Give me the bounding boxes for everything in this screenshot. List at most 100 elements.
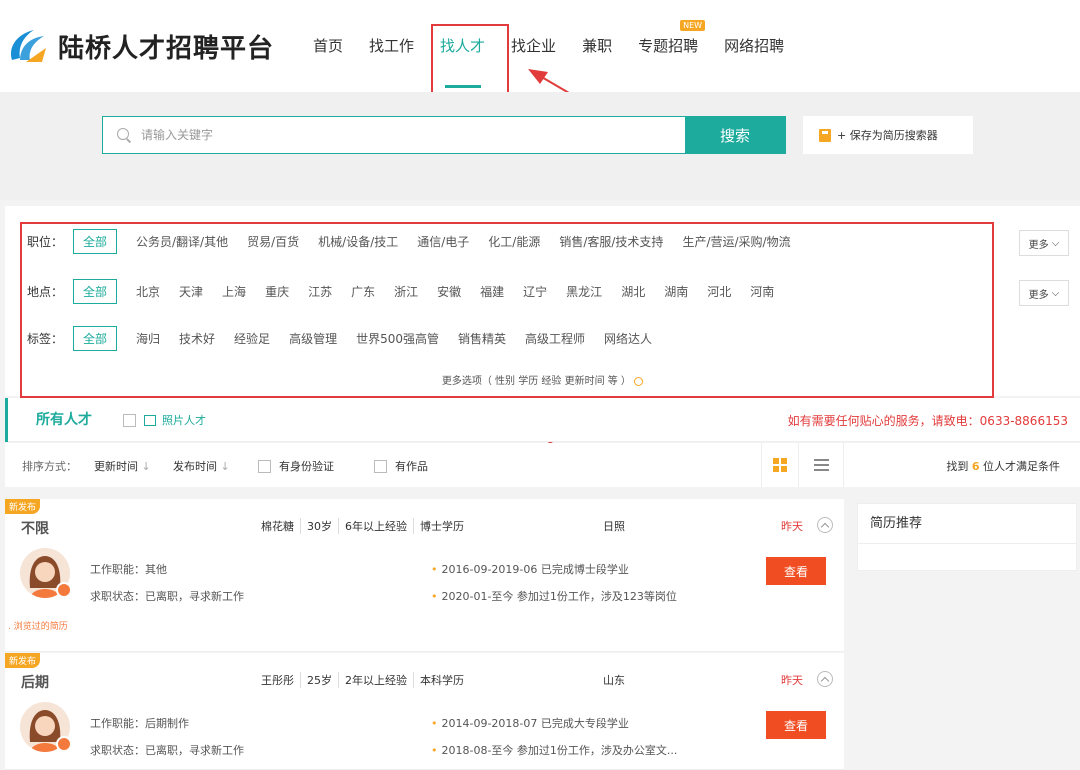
filter-option[interactable]: 湖南 xyxy=(664,283,688,300)
candidate-education: 本科学历 xyxy=(420,674,464,687)
filter-option[interactable]: 浙江 xyxy=(394,283,418,300)
view-resume-button[interactable]: 查看 xyxy=(766,557,826,585)
list-view-button[interactable] xyxy=(798,443,844,487)
filter-has-works[interactable]: 有作品 xyxy=(374,458,428,474)
photo-checkbox[interactable] xyxy=(123,413,136,427)
view-resume-button[interactable]: 查看 xyxy=(766,711,826,739)
filter-row-tags: 标签： 全部 海归 技术好 经验足 高级管理 世界500强高管 销售精英 高级工… xyxy=(5,325,671,351)
save-search-button[interactable]: + 保存为简历搜索器 xyxy=(803,116,973,154)
resume-card[interactable]: 新发布 后期 王彤彤 25岁 2年以上经验 本科学历 山东 昨天 工作职能：后期… xyxy=(5,653,844,770)
main-nav: 首页 找工作 找人才 找企业 兼职 专题招聘 NEW 网络招聘 xyxy=(300,0,797,92)
filter-option[interactable]: 世界500强高管 xyxy=(356,330,439,347)
candidate-name: 王彤彤 xyxy=(255,672,301,688)
resume-recommend-panel: 简历推荐 xyxy=(857,503,1077,571)
more-options-toggle[interactable]: 更多选项（ 性别 学历 经验 更新时间 等 ） xyxy=(5,372,1080,387)
filter-id-verified[interactable]: 有身份验证 xyxy=(258,458,334,474)
tab-photo-talent[interactable]: 照片人才 xyxy=(123,412,206,428)
nav-special-recruit-label: 专题招聘 xyxy=(638,37,699,55)
nav-find-talent[interactable]: 找人才 xyxy=(427,0,498,92)
resume-title[interactable]: 不限 xyxy=(21,518,49,538)
nav-find-company[interactable]: 找企业 xyxy=(498,0,569,92)
filter-option[interactable]: 天津 xyxy=(179,283,203,300)
female-badge-icon xyxy=(56,582,72,598)
grid-icon xyxy=(773,458,787,472)
resume-meta: 王彤彤 25岁 2年以上经验 本科学历 xyxy=(255,672,470,688)
filter-option[interactable]: 河南 xyxy=(750,283,774,300)
filter-option[interactable]: 全部 xyxy=(73,228,118,254)
picture-icon xyxy=(144,414,156,426)
save-icon xyxy=(819,128,831,142)
filter-option[interactable]: 福建 xyxy=(480,283,504,300)
search-button[interactable]: 搜索 xyxy=(685,117,785,153)
nav-find-job[interactable]: 找工作 xyxy=(356,0,427,92)
tab-all-talent[interactable]: 所有人才 xyxy=(5,398,104,442)
filter-option[interactable]: 全部 xyxy=(73,325,118,351)
candidate-name: 棉花糖 xyxy=(255,518,301,534)
work-history: • 2020-01-至今 参加过1份工作，涉及123等岗位 xyxy=(431,590,677,603)
has-works-label: 有作品 xyxy=(395,460,428,473)
logo-icon xyxy=(6,26,50,66)
resume-meta: 棉花糖 30岁 6年以上经验 博士学历 xyxy=(255,518,470,534)
candidate-experience: 2年以上经验 xyxy=(339,672,414,688)
filter-option[interactable]: 全部 xyxy=(73,278,118,304)
nav-special-recruit[interactable]: 专题招聘 NEW xyxy=(625,0,711,92)
filter-option[interactable]: 北京 xyxy=(136,283,160,300)
filter-option[interactable]: 贸易/百货 xyxy=(247,233,299,250)
filter-option[interactable]: 高级工程师 xyxy=(525,330,585,347)
filter-option[interactable]: 重庆 xyxy=(265,283,289,300)
resume-title[interactable]: 后期 xyxy=(21,672,49,692)
job-function: 工作职能：后期制作 xyxy=(90,717,189,730)
filter-option[interactable]: 江苏 xyxy=(308,283,332,300)
filter-option[interactable]: 销售/客服/技术支持 xyxy=(559,233,663,250)
filter-option[interactable]: 技术好 xyxy=(179,330,215,347)
nav-part-time[interactable]: 兼职 xyxy=(569,0,625,92)
filter-option[interactable]: 高级管理 xyxy=(289,330,337,347)
site-logo[interactable]: 陆桥人才招聘平台 xyxy=(6,26,274,66)
id-verified-label: 有身份验证 xyxy=(279,460,334,473)
filter-option[interactable]: 上海 xyxy=(222,283,246,300)
collapse-icon[interactable] xyxy=(817,671,833,687)
work-history-text: 2020-01-至今 参加过1份工作，涉及123等岗位 xyxy=(441,590,677,603)
more-options-label: 更多选项（ 性别 学历 经验 更新时间 等 ） xyxy=(441,376,631,387)
filter-option[interactable]: 广东 xyxy=(351,283,375,300)
search-box: 搜索 xyxy=(102,116,786,154)
filter-option[interactable]: 通信/电子 xyxy=(417,233,469,250)
filter-option[interactable]: 生产/营运/采购/物流 xyxy=(682,233,790,250)
search-input[interactable] xyxy=(141,117,685,153)
collapse-icon[interactable] xyxy=(817,517,833,533)
sort-down-icon: ↓ xyxy=(220,459,230,473)
has-works-checkbox[interactable] xyxy=(374,459,387,473)
filter-option[interactable]: 网络达人 xyxy=(604,330,652,347)
more-label: 更多 xyxy=(1028,289,1049,301)
filter-option[interactable]: 销售精英 xyxy=(458,330,506,347)
education-history-text: 2014-09-2018-07 已完成大专段学业 xyxy=(441,717,629,730)
filter-option[interactable]: 海归 xyxy=(136,330,160,347)
save-search-label: + 保存为简历搜索器 xyxy=(837,129,938,142)
sort-publish-label: 发布时间 xyxy=(173,460,217,473)
resume-card[interactable]: 新发布 不限 棉花糖 30岁 6年以上经验 博士学历 日照 昨天 工作职能：其他… xyxy=(5,499,844,652)
sort-update-time[interactable]: 更新时间 ↓ xyxy=(94,458,151,474)
nav-online-recruit[interactable]: 网络招聘 xyxy=(711,0,797,92)
more-position-button[interactable]: 更多 ⌵ xyxy=(1019,230,1069,256)
chevron-down-icon: ⌵ xyxy=(1051,237,1060,249)
filter-option[interactable]: 河北 xyxy=(707,283,731,300)
viewed-label: . 浏览过的简历 xyxy=(8,622,68,632)
nav-home[interactable]: 首页 xyxy=(300,0,356,92)
chevron-down-circle-icon xyxy=(634,376,644,386)
search-section: 搜索 + 保存为简历搜索器 xyxy=(0,92,1080,200)
talent-tabs: 所有人才 照片人才 如有需要任何贴心的服务，请致电：0633-8866153 xyxy=(5,398,1080,442)
more-location-button[interactable]: 更多 ⌵ xyxy=(1019,280,1069,306)
sort-publish-time[interactable]: 发布时间 ↓ xyxy=(173,458,230,474)
more-label: 更多 xyxy=(1028,239,1049,251)
filter-option[interactable]: 化工/能源 xyxy=(488,233,540,250)
filter-option[interactable]: 湖北 xyxy=(621,283,645,300)
filter-option[interactable]: 公务员/翻译/其他 xyxy=(136,233,228,250)
update-date: 昨天 xyxy=(781,520,803,533)
grid-view-button[interactable] xyxy=(761,443,798,487)
filter-option[interactable]: 经验足 xyxy=(234,330,270,347)
filter-option[interactable]: 安徽 xyxy=(437,283,461,300)
id-verified-checkbox[interactable] xyxy=(258,459,271,473)
filter-option[interactable]: 黑龙江 xyxy=(566,283,602,300)
filter-option[interactable]: 辽宁 xyxy=(523,283,547,300)
filter-option[interactable]: 机械/设备/技工 xyxy=(318,233,398,250)
